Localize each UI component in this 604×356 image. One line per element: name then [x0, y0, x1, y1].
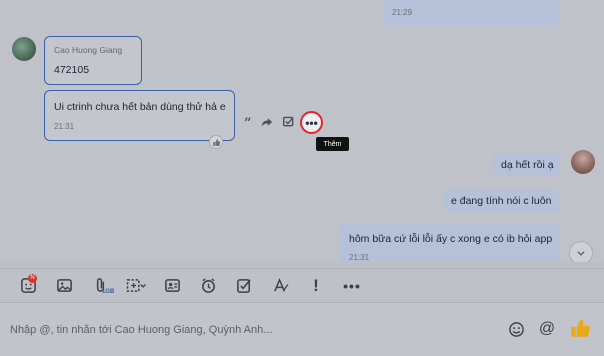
message-time: 21:31 [349, 253, 370, 262]
message-time: 21:31 [54, 122, 75, 131]
message-bubble-incoming[interactable]: Ui ctrinh chưa hết bản dùng thử hả e 21:… [44, 90, 235, 149]
message-text: hôm bữa cứ lỗi lỗi ấy c xong e có ib hỏi… [349, 233, 553, 245]
message-text: dạ hết rồi ạ [501, 159, 554, 171]
message-bubble-outgoing[interactable]: hôm bữa cứ lỗi lỗi ấy c xong e có ib hỏi… [340, 224, 560, 262]
message-bubble-outgoing[interactable]: e đang tính nói c luôn [443, 189, 560, 213]
mention-icon[interactable]: @ [537, 319, 557, 339]
message-input[interactable] [10, 321, 490, 339]
task-assign-icon[interactable] [226, 272, 262, 300]
sender-name: Cao Huong Giang [54, 45, 123, 55]
screenshot-icon[interactable] [118, 272, 154, 300]
message-bubble-incoming[interactable]: Cao Huong Giang 472105 [44, 36, 142, 85]
sticker-icon[interactable]: N [10, 272, 46, 300]
chat-area: 21:29 Cao Huong Giang 472105 Ui ctrinh c… [0, 0, 604, 262]
quote-icon[interactable]: ” [244, 116, 251, 131]
composer-toolbar: N 1GB ! ••• [0, 268, 604, 302]
reminder-clock-icon[interactable] [190, 272, 226, 300]
more-icon[interactable]: ••• [300, 111, 323, 134]
message-time: 21:29 [392, 8, 413, 17]
message-text: Ui ctrinh chưa hết bản dùng thử hả e [54, 101, 226, 113]
message-bubble-outgoing[interactable]: 21:29 [383, 0, 560, 25]
message-text: e đang tính nói c luôn [451, 195, 552, 207]
message-hover-actions: ” [244, 116, 294, 131]
task-icon[interactable] [283, 116, 294, 130]
attach-icon[interactable]: 1GB [82, 272, 118, 300]
reaction-like-icon[interactable] [209, 135, 223, 149]
more-options-icon[interactable]: ••• [334, 272, 370, 300]
my-avatar[interactable] [571, 150, 595, 174]
emoji-icon[interactable] [506, 319, 526, 339]
image-icon[interactable] [46, 272, 82, 300]
forward-icon[interactable] [261, 116, 273, 131]
message-bubble-outgoing[interactable]: dạ hết rồi ạ [493, 153, 560, 176]
message-text: 472105 [54, 64, 90, 76]
tooltip: Thêm [316, 137, 349, 151]
contact-avatar[interactable] [12, 37, 36, 61]
chevron-down-icon [577, 251, 585, 256]
thumbs-up-icon[interactable] [568, 316, 592, 340]
text-format-icon[interactable] [262, 272, 298, 300]
new-badge: N [28, 273, 37, 283]
urgent-icon[interactable]: ! [298, 272, 334, 300]
message-composer: @ [0, 302, 604, 356]
contact-card-icon[interactable] [154, 272, 190, 300]
size-limit-label: 1GB [102, 288, 115, 295]
scroll-to-bottom-button[interactable] [569, 241, 593, 262]
